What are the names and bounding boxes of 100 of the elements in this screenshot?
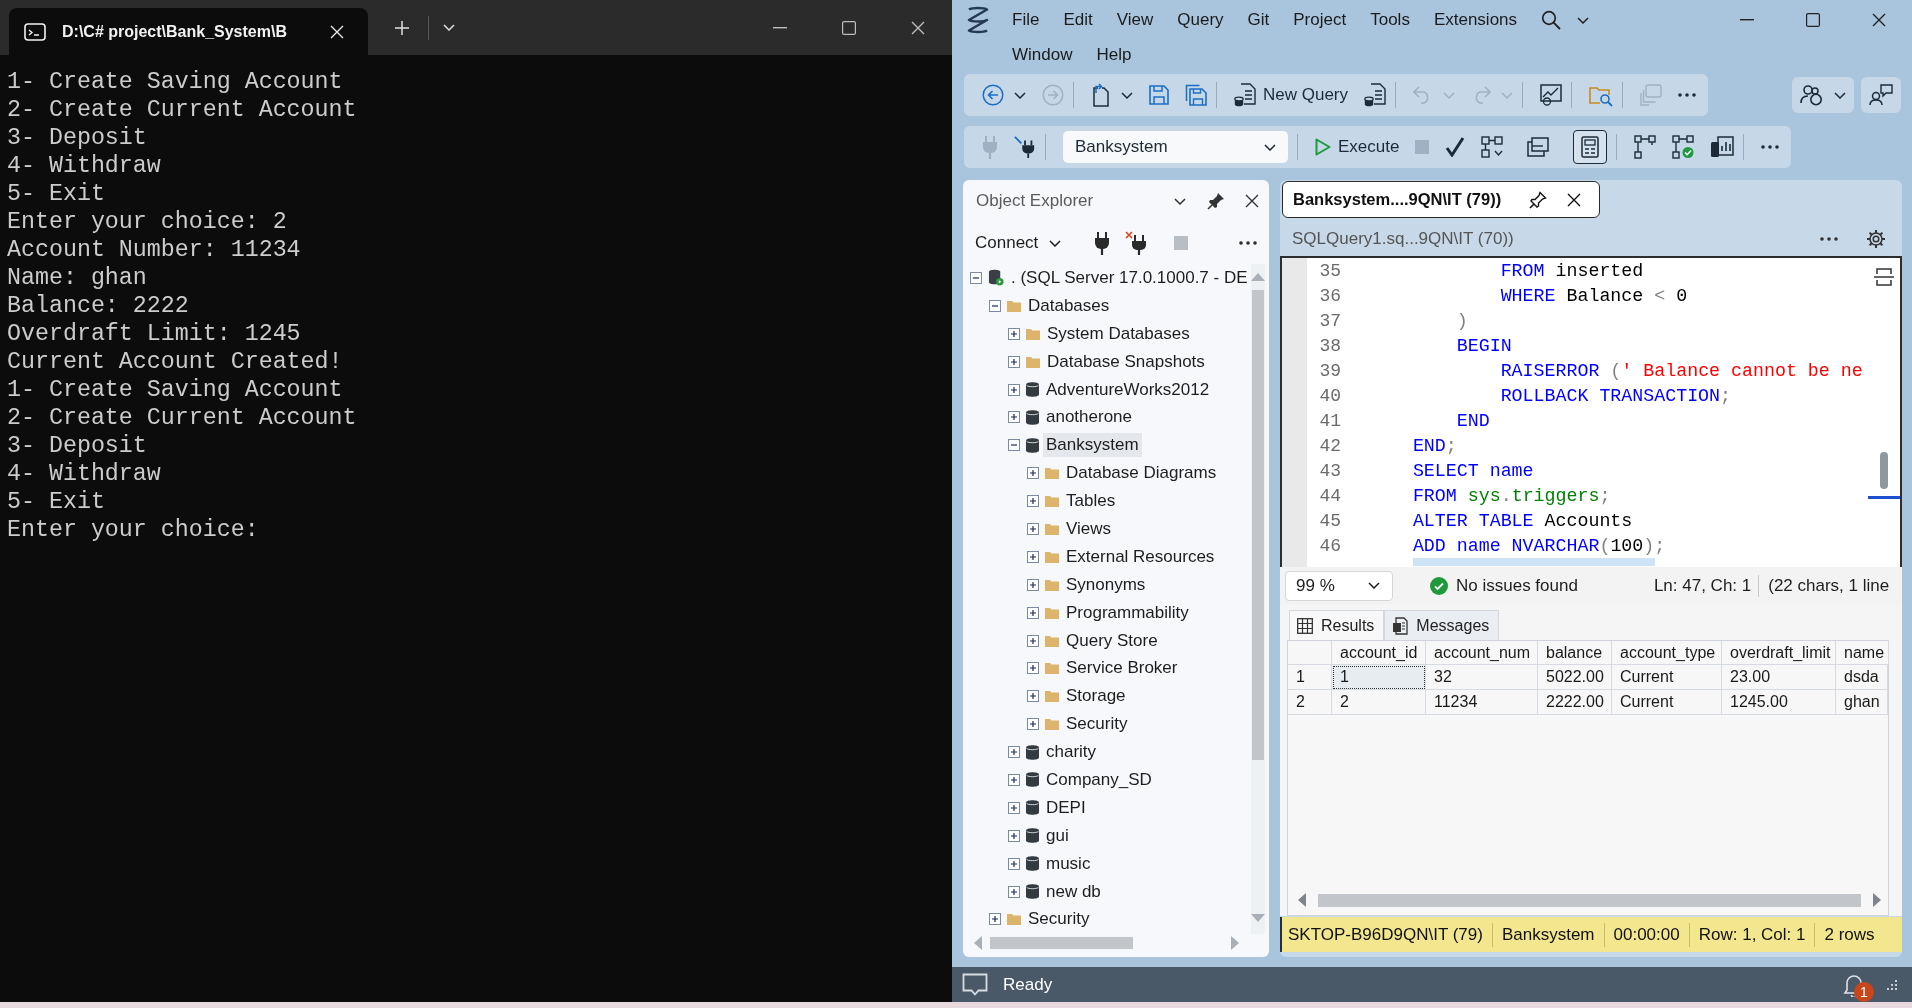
plus-box-icon[interactable]: [1027, 634, 1039, 647]
plus-box-icon[interactable]: [1027, 578, 1039, 591]
column-header[interactable]: name: [1836, 641, 1890, 665]
save-icon[interactable]: [1149, 85, 1169, 105]
plus-box-icon[interactable]: [1008, 746, 1020, 759]
plug-cross-icon[interactable]: [1125, 231, 1148, 255]
menu-item[interactable]: Query: [1165, 9, 1236, 31]
pin-icon[interactable]: [1207, 192, 1225, 210]
plus-box-icon[interactable]: [1027, 690, 1039, 703]
database-script-icon[interactable]: [1364, 83, 1387, 107]
plus-box-icon[interactable]: [1027, 662, 1039, 675]
minus-box-icon[interactable]: [989, 299, 1001, 312]
checkmark-icon[interactable]: [1445, 137, 1466, 157]
caret-icon[interactable]: [1834, 91, 1846, 99]
tree-item[interactable]: DEPI: [1043, 795, 1089, 820]
tree-item[interactable]: Storage: [1063, 684, 1129, 709]
menu-item[interactable]: Edit: [1051, 9, 1105, 31]
split-handle-icon[interactable]: [1874, 266, 1894, 288]
plus-box-icon[interactable]: [1008, 885, 1020, 898]
caret-icon[interactable]: [1577, 16, 1590, 24]
people-icon[interactable]: [1800, 84, 1824, 106]
tree-item[interactable]: Security: [1025, 907, 1093, 932]
plus-box-icon[interactable]: [989, 913, 1001, 926]
menu-item[interactable]: Help: [1084, 44, 1144, 66]
editor-tab[interactable]: Banksystem....9QN\IT (79)): [1282, 181, 1601, 218]
tree-item[interactable]: Synonyms: [1063, 572, 1149, 597]
scrollbar-thumb[interactable]: [1252, 290, 1264, 760]
new-file-icon[interactable]: [1091, 83, 1111, 107]
close-icon[interactable]: [1872, 13, 1886, 27]
caret-icon[interactable]: [1174, 197, 1186, 205]
caret-icon[interactable]: [1014, 91, 1026, 99]
tree-item[interactable]: Company_SD: [1043, 767, 1155, 792]
results-tab[interactable]: Results: [1289, 610, 1385, 640]
plus-box-icon[interactable]: [1008, 327, 1020, 340]
tree-item[interactable]: Tables: [1063, 489, 1119, 514]
bar-chart-icon[interactable]: [1710, 136, 1735, 158]
tree-item[interactable]: music: [1043, 851, 1094, 876]
plus-icon[interactable]: [395, 20, 409, 35]
tree-item[interactable]: Service Broker: [1063, 656, 1181, 681]
search-icon[interactable]: [1541, 10, 1562, 30]
close-icon[interactable]: [1567, 192, 1582, 207]
tree-item[interactable]: Database Diagrams: [1063, 461, 1220, 486]
tree-item[interactable]: anotherone: [1043, 405, 1136, 430]
more-icon[interactable]: [1761, 145, 1780, 149]
tree-item[interactable]: Banksystem: [1043, 433, 1142, 458]
results-tab[interactable]: Messages: [1384, 610, 1500, 640]
plus-box-icon[interactable]: [1008, 829, 1020, 842]
plus-box-icon[interactable]: [1027, 550, 1039, 563]
settings-icon[interactable]: [1866, 229, 1886, 249]
menu-item[interactable]: View: [1104, 9, 1166, 31]
menu-item[interactable]: Project: [1281, 9, 1359, 31]
plus-box-icon[interactable]: [1008, 411, 1020, 424]
zoom-dropdown[interactable]: 99 %: [1285, 570, 1393, 601]
plug-icon[interactable]: [1094, 231, 1111, 255]
tree-item[interactable]: AdventureWorks2012: [1043, 377, 1213, 402]
more-icon[interactable]: [1820, 237, 1838, 241]
resize-grip-icon[interactable]: [1887, 979, 1897, 990]
more-icon[interactable]: [1239, 241, 1257, 245]
tree-item[interactable]: Query Store: [1063, 628, 1161, 653]
minimize-icon[interactable]: [1740, 19, 1754, 21]
diagram-icon[interactable]: [1481, 136, 1504, 158]
column-header[interactable]: overdraft_limit: [1722, 641, 1836, 665]
more-icon[interactable]: [1678, 93, 1697, 97]
column-header[interactable]: balance: [1538, 641, 1612, 665]
new-query-button[interactable]: New Query: [1234, 83, 1349, 107]
menu-item[interactable]: Tools: [1358, 9, 1422, 31]
bell-icon[interactable]: [1843, 972, 1865, 997]
terminal-tab[interactable]: D:\C# project\Bank_System\B: [9, 8, 368, 55]
close-icon[interactable]: [1245, 194, 1259, 208]
tree-item[interactable]: gui: [1043, 823, 1072, 848]
speech-bubble-icon[interactable]: [962, 972, 988, 997]
tree-item[interactable]: charity: [1043, 740, 1100, 765]
plus-box-icon[interactable]: [1027, 467, 1039, 480]
plus-box-icon[interactable]: [1008, 355, 1020, 368]
caret-icon[interactable]: [1264, 143, 1276, 151]
plus-box-icon[interactable]: [1027, 718, 1039, 731]
column-header[interactable]: account_num: [1426, 641, 1538, 665]
tree-item[interactable]: Programmability: [1063, 600, 1192, 625]
minimize-icon[interactable]: [772, 26, 787, 29]
plus-box-icon[interactable]: [1008, 383, 1020, 396]
plus-box-icon[interactable]: [1008, 801, 1020, 814]
menu-item[interactable]: Git: [1235, 9, 1282, 31]
tree-item[interactable]: . (SQL Server 17.0.1000.7 - DE: [1008, 265, 1251, 290]
menu-item[interactable]: Window: [1000, 44, 1085, 66]
tree-item[interactable]: Database Snapshots: [1044, 349, 1208, 374]
flow-check-icon[interactable]: [1672, 135, 1695, 159]
tree-item[interactable]: Views: [1063, 516, 1115, 541]
scrollbar-thumb[interactable]: [1880, 452, 1888, 489]
database-dropdown[interactable]: Banksystem: [1063, 131, 1288, 163]
plus-box-icon[interactable]: [1008, 773, 1020, 786]
menu-item[interactable]: Extensions: [1421, 9, 1530, 31]
connect-button[interactable]: Connect: [975, 233, 1062, 253]
tree-item[interactable]: new db: [1043, 879, 1104, 904]
maximize-icon[interactable]: [841, 20, 856, 35]
menu-item[interactable]: File: [1000, 9, 1052, 31]
flow-diagram-icon[interactable]: [1634, 135, 1657, 159]
plus-box-icon[interactable]: [1027, 606, 1039, 619]
minus-box-icon[interactable]: [970, 271, 982, 284]
tree-item[interactable]: External Resources: [1063, 544, 1218, 569]
results-to-grid-button[interactable]: [1573, 130, 1608, 164]
